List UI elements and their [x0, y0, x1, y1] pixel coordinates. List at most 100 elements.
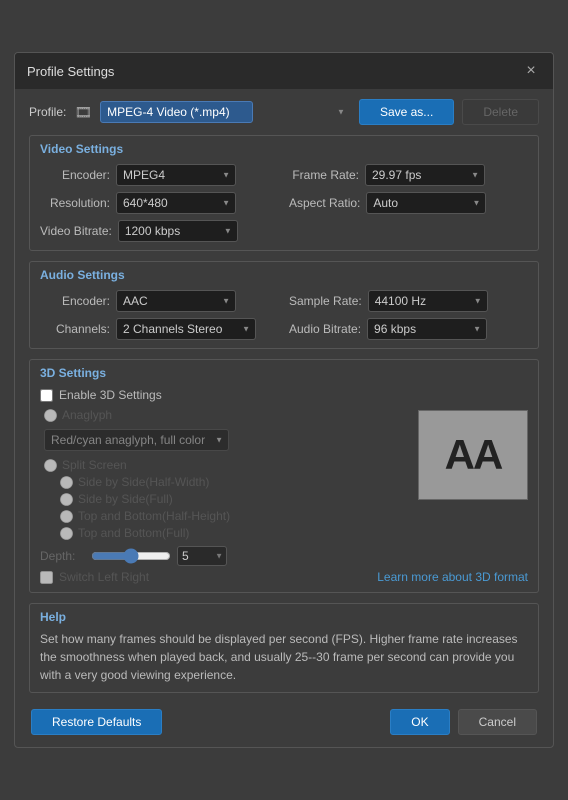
split-screen-label: Split Screen [62, 458, 127, 472]
depth-label: Depth: [40, 549, 85, 563]
top-half-radio-row: Top and Bottom(Half-Height) [60, 509, 367, 523]
video-bitrate-label: Video Bitrate: [40, 224, 112, 238]
help-section: Help Set how many frames should be displ… [29, 603, 539, 693]
cancel-button[interactable]: Cancel [458, 709, 537, 735]
side-full-radio-row: Side by Side(Full) [60, 492, 367, 506]
encoder-select-wrapper[interactable]: MPEG4 [116, 164, 236, 186]
anaglyph-dropdown-wrapper[interactable]: Red/cyan anaglyph, full color [44, 429, 229, 451]
video-bitrate-row: Video Bitrate: 1200 kbps [40, 220, 279, 242]
sample-rate-select-wrapper[interactable]: 44100 Hz [368, 290, 488, 312]
depth-value-wrapper[interactable]: 5 [177, 546, 227, 566]
save-as-button[interactable]: Save as... [359, 99, 454, 125]
aspect-ratio-label: Aspect Ratio: [289, 196, 360, 210]
resolution-label: Resolution: [40, 196, 110, 210]
depth-value-select[interactable]: 5 [177, 546, 227, 566]
frame-rate-row: Frame Rate: 29.97 fps [289, 164, 528, 186]
resolution-row: Resolution: 640*480 [40, 192, 279, 214]
3d-right-column: AA Learn more about 3D format [377, 408, 528, 584]
profile-row: Profile: 🎞 MPEG-4 Video (*.mp4) Save as.… [29, 99, 539, 125]
side-full-label: Side by Side(Full) [78, 492, 173, 506]
anaglyph-radio-row: Anaglyph [44, 408, 367, 422]
anaglyph-radio[interactable] [44, 409, 57, 422]
side-half-label: Side by Side(Half-Width) [78, 475, 209, 489]
aa-preview-box: AA [418, 410, 528, 500]
switch-row: Switch Left Right [40, 570, 367, 584]
encoder-row: Encoder: MPEG4 [40, 164, 279, 186]
ok-button[interactable]: OK [390, 709, 449, 735]
sample-rate-label: Sample Rate: [289, 294, 362, 308]
encoder-label: Encoder: [40, 168, 110, 182]
profile-select-wrapper[interactable]: MPEG-4 Video (*.mp4) [100, 101, 351, 123]
frame-rate-select-wrapper[interactable]: 29.97 fps [365, 164, 485, 186]
channels-select[interactable]: 2 Channels Stereo [116, 318, 256, 340]
3d-settings-title: 3D Settings [40, 366, 528, 380]
help-text: Set how many frames should be displayed … [40, 630, 528, 684]
video-settings-grid: Encoder: MPEG4 Frame Rate: 29.97 fps [40, 164, 528, 242]
title-bar: Profile Settings × [15, 53, 553, 89]
top-full-label: Top and Bottom(Full) [78, 526, 189, 540]
sample-rate-row: Sample Rate: 44100 Hz [289, 290, 528, 312]
footer: Restore Defaults OK Cancel [29, 703, 539, 737]
resolution-select-wrapper[interactable]: 640*480 [116, 192, 236, 214]
audio-settings-grid: Encoder: AAC Sample Rate: 44100 Hz [40, 290, 528, 340]
encoder-select[interactable]: MPEG4 [116, 164, 236, 186]
3d-radio-group: Anaglyph Red/cyan anaglyph, full color [44, 408, 367, 540]
aa-preview-text: AA [419, 411, 527, 499]
film-icon: 🎞 [74, 104, 92, 121]
split-screen-radio[interactable] [44, 459, 57, 472]
audio-encoder-select[interactable]: AAC [116, 290, 236, 312]
top-half-label: Top and Bottom(Half-Height) [78, 509, 230, 523]
side-half-radio-row: Side by Side(Half-Width) [60, 475, 367, 489]
audio-bitrate-select-wrapper[interactable]: 96 kbps [367, 318, 487, 340]
sample-rate-select[interactable]: 44100 Hz [368, 290, 488, 312]
top-full-radio-row: Top and Bottom(Full) [60, 526, 367, 540]
restore-defaults-button[interactable]: Restore Defaults [31, 709, 162, 735]
3d-layout: Anaglyph Red/cyan anaglyph, full color [40, 408, 528, 584]
anaglyph-label: Anaglyph [62, 408, 112, 422]
audio-encoder-label: Encoder: [40, 294, 110, 308]
video-settings-title: Video Settings [40, 142, 528, 156]
top-full-radio[interactable] [60, 527, 73, 540]
frame-rate-select[interactable]: 29.97 fps [365, 164, 485, 186]
aspect-ratio-select-wrapper[interactable]: Auto [366, 192, 486, 214]
anaglyph-select[interactable]: Red/cyan anaglyph, full color [44, 429, 229, 451]
frame-rate-label: Frame Rate: [289, 168, 359, 182]
resolution-select[interactable]: 640*480 [116, 192, 236, 214]
video-settings-section: Video Settings Encoder: MPEG4 Frame Rate… [29, 135, 539, 251]
video-bitrate-select-wrapper[interactable]: 1200 kbps [118, 220, 238, 242]
3d-settings-section: 3D Settings Enable 3D Settings Anaglyph [29, 359, 539, 593]
audio-bitrate-row: Audio Bitrate: 96 kbps [289, 318, 528, 340]
side-full-radio[interactable] [60, 493, 73, 506]
aspect-ratio-select[interactable]: Auto [366, 192, 486, 214]
top-half-radio[interactable] [60, 510, 73, 523]
channels-row: Channels: 2 Channels Stereo [40, 318, 279, 340]
enable-3d-label[interactable]: Enable 3D Settings [59, 388, 162, 402]
close-button[interactable]: × [521, 61, 541, 81]
profile-select[interactable]: MPEG-4 Video (*.mp4) [100, 101, 253, 123]
dialog-title: Profile Settings [27, 64, 114, 79]
anaglyph-select-wrap: Red/cyan anaglyph, full color [44, 429, 367, 451]
enable-3d-row: Enable 3D Settings [40, 388, 528, 402]
profile-label: Profile: [29, 105, 66, 119]
channels-select-wrapper[interactable]: 2 Channels Stereo [116, 318, 256, 340]
switch-lr-checkbox[interactable] [40, 571, 53, 584]
footer-right-buttons: OK Cancel [390, 709, 537, 735]
video-bitrate-select[interactable]: 1200 kbps [118, 220, 238, 242]
audio-encoder-row: Encoder: AAC [40, 290, 279, 312]
depth-slider[interactable] [91, 548, 171, 564]
3d-options-left: Anaglyph Red/cyan anaglyph, full color [40, 408, 367, 584]
split-screen-radio-row: Split Screen [44, 458, 367, 472]
delete-button[interactable]: Delete [462, 99, 539, 125]
audio-encoder-select-wrapper[interactable]: AAC [116, 290, 236, 312]
audio-bitrate-label: Audio Bitrate: [289, 322, 361, 336]
audio-settings-section: Audio Settings Encoder: AAC Sample Rate: [29, 261, 539, 349]
aspect-ratio-row: Aspect Ratio: Auto [289, 192, 528, 214]
side-half-radio[interactable] [60, 476, 73, 489]
help-title: Help [40, 610, 528, 624]
channels-label: Channels: [40, 322, 110, 336]
audio-bitrate-select[interactable]: 96 kbps [367, 318, 487, 340]
depth-row: Depth: 5 [40, 546, 367, 566]
learn-more-link[interactable]: Learn more about 3D format [377, 570, 528, 584]
enable-3d-checkbox[interactable] [40, 389, 53, 402]
switch-lr-label: Switch Left Right [59, 570, 149, 584]
